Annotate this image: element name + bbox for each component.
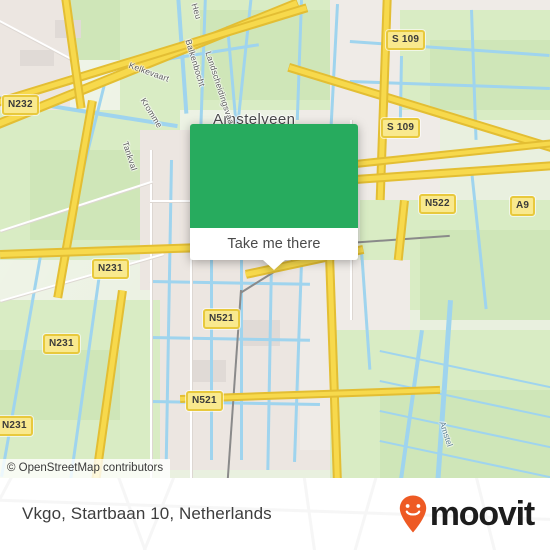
road-shield-n521[interactable]: N521 bbox=[186, 391, 223, 411]
location-address: Vkgo, Startbaan 10, Netherlands bbox=[22, 504, 272, 523]
map-building bbox=[240, 320, 280, 346]
map-canvas[interactable]: Amstelveen Kelkevaart Kromme Balkenbocht… bbox=[0, 0, 550, 478]
road-shield-s109[interactable]: S 109 bbox=[386, 30, 426, 50]
map-building bbox=[190, 360, 226, 382]
watermark-line bbox=[0, 478, 23, 550]
popup-pointer-tip bbox=[263, 260, 285, 270]
popup-image-placeholder bbox=[190, 124, 358, 228]
map-popup[interactable]: Take me there bbox=[190, 124, 358, 270]
location-pin-smile-icon bbox=[398, 494, 428, 534]
road-shield-n231[interactable]: N231 bbox=[0, 416, 33, 436]
bottom-bar: Vkgo, Startbaan 10, Netherlands moovit bbox=[0, 478, 550, 550]
road-shield-n231[interactable]: N231 bbox=[92, 259, 129, 279]
moovit-wordmark: moovit bbox=[429, 495, 535, 533]
moovit-map-screenshot: Amstelveen Kelkevaart Kromme Balkenbocht… bbox=[0, 0, 550, 550]
map-building bbox=[20, 50, 54, 66]
road-shield-n232[interactable]: N232 bbox=[2, 95, 39, 115]
road-shield-a9[interactable]: A9 bbox=[510, 196, 536, 216]
moovit-logo[interactable]: moovit bbox=[398, 494, 535, 534]
road-shield-n522[interactable]: N522 bbox=[419, 194, 456, 214]
watermark-line bbox=[300, 478, 323, 550]
osm-attribution[interactable]: © OpenStreetMap contributors bbox=[0, 459, 171, 478]
road-shield-n521[interactable]: N521 bbox=[203, 309, 240, 329]
road-shield-n231[interactable]: N231 bbox=[43, 334, 80, 354]
popup-footer[interactable]: Take me there bbox=[190, 228, 358, 260]
road-shield-s109[interactable]: S 109 bbox=[381, 118, 421, 138]
take-me-there-button[interactable]: Take me there bbox=[227, 236, 320, 252]
